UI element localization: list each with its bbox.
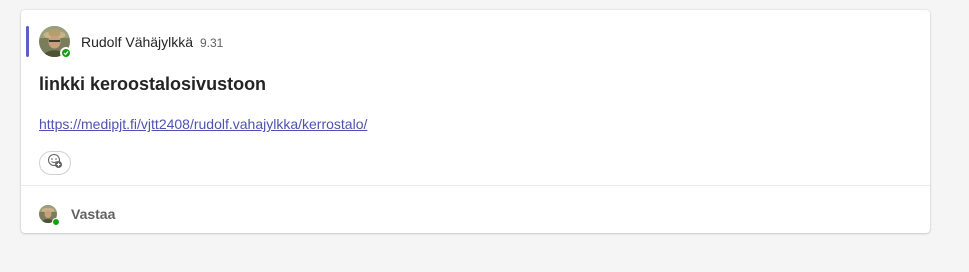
add-reaction-button[interactable]	[39, 151, 71, 175]
message-subject: linkki keroostalosivustoon	[39, 74, 267, 94]
accent-bar	[26, 26, 29, 57]
presence-available-icon	[52, 218, 60, 226]
divider	[21, 185, 930, 186]
reply-button[interactable]: Vastaa	[71, 206, 115, 222]
current-user-avatar	[39, 205, 60, 226]
message-card: Rudolf Vähäjylkkä 9.31 linkki keroostalo…	[21, 10, 930, 233]
author-avatar[interactable]	[39, 26, 72, 59]
presence-available-icon	[60, 47, 72, 59]
message-link[interactable]: https://medipjt.fi/vjtt2408/rudolf.vahaj…	[39, 116, 367, 132]
add-reaction-icon	[47, 153, 63, 174]
author-name[interactable]: Rudolf Vähäjylkkä	[81, 34, 193, 50]
message-timestamp: 9.31	[200, 36, 224, 50]
